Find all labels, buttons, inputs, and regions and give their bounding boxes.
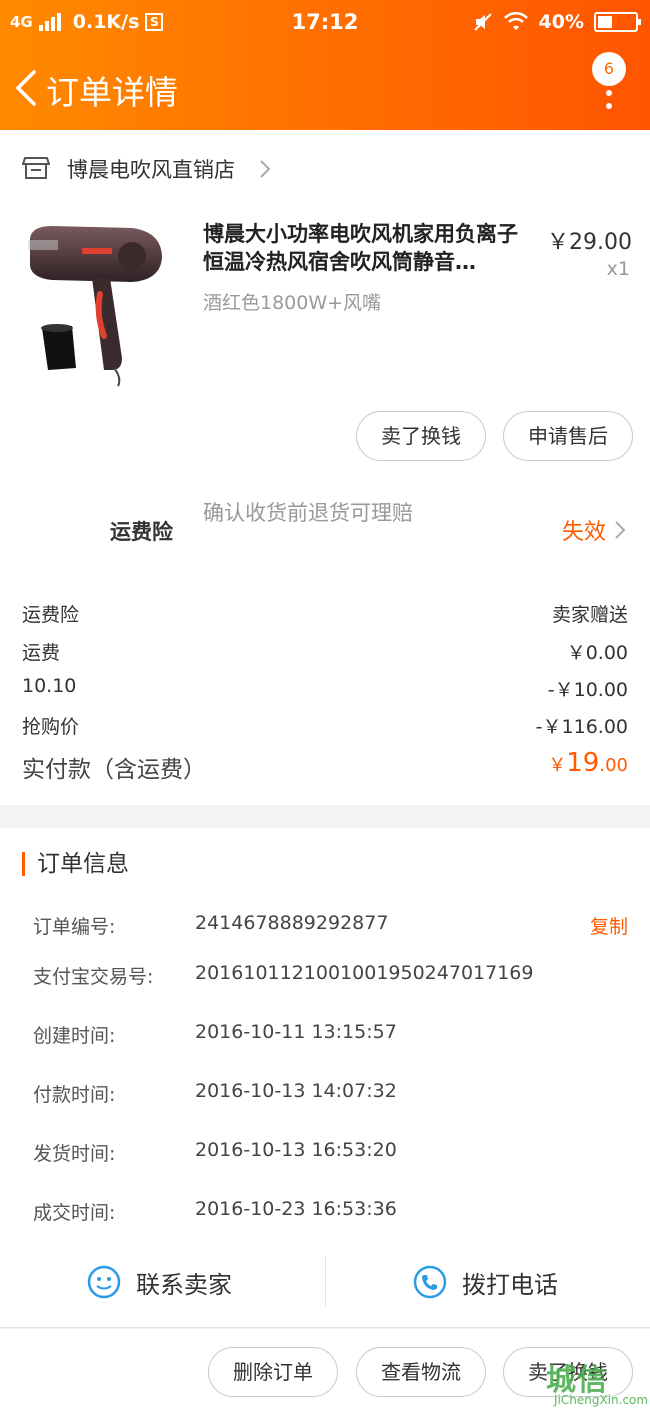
- currency-symbol: ￥: [548, 755, 567, 776]
- chevron-right-icon: [260, 160, 271, 178]
- fee-value: -￥116.00: [535, 716, 628, 738]
- total-amount: ￥19.00: [548, 748, 628, 778]
- total-label: 实付款（含运费）: [22, 757, 206, 783]
- after-sale-button[interactable]: 申请售后: [503, 411, 633, 461]
- copy-button[interactable]: 复制: [590, 912, 628, 939]
- fee-row: 运费险 卖家赠送: [22, 600, 628, 630]
- fee-row: 运费 ￥0.00: [22, 638, 628, 668]
- fee-label: 抢购价: [22, 716, 80, 738]
- mute-icon: [473, 13, 492, 31]
- fee-row: 10.10 -￥10.00: [22, 675, 628, 705]
- shop-name: 博晨电吹风直销店: [67, 158, 235, 182]
- divider: [325, 1256, 326, 1306]
- info-value: 2414678889292877: [195, 912, 389, 934]
- info-row-created: 创建时间: 2016-10-11 13:15:57: [33, 1021, 633, 1049]
- call-label: 拨打电话: [462, 1270, 558, 1299]
- info-row-shipped: 发货时间: 2016-10-13 16:53:20: [33, 1139, 633, 1167]
- product-title: 博晨大小功率电吹风机家用负离子恒温冷热风宿舍吹风筒静音…: [203, 222, 518, 274]
- info-label: 付款时间:: [33, 1084, 116, 1106]
- more-menu-button[interactable]: 6: [586, 52, 626, 122]
- notification-badge: 6: [592, 52, 626, 86]
- total-integer: 19: [566, 748, 600, 778]
- product-spec: 酒红色1800W+风嘴: [203, 292, 382, 314]
- nav-bar: 订单详情 6: [0, 46, 650, 130]
- product-quantity: x1: [606, 258, 630, 280]
- info-value: 2016-10-11 13:15:57: [195, 1021, 397, 1043]
- call-button[interactable]: 拨打电话: [412, 1262, 558, 1302]
- contact-seller-label: 联系卖家: [136, 1270, 232, 1299]
- info-label: 发货时间:: [33, 1143, 116, 1165]
- contact-seller-button[interactable]: 联系卖家: [86, 1262, 232, 1302]
- fee-label: 运费: [22, 642, 61, 664]
- section-title: 订单信息: [22, 852, 129, 876]
- info-label: 创建时间:: [33, 1025, 116, 1047]
- app-header: 4G 0.1K/s S 17:12 40% 订单详情 6: [0, 0, 650, 130]
- watermark-logo: 城信 JiChengXin.com: [528, 1351, 648, 1411]
- sell-for-cash-button[interactable]: 卖了换钱: [356, 411, 486, 461]
- info-value: 2016-10-13 16:53:20: [195, 1139, 397, 1161]
- fee-value: ￥0.00: [566, 642, 628, 664]
- shipping-insurance-row[interactable]: 运费险 确认收货前退货可理赔 失效: [0, 490, 650, 566]
- fee-label: 10.10: [22, 675, 77, 697]
- total-paid-row: 实付款（含运费） ￥19.00: [22, 748, 628, 784]
- watermark-url: JiChengXin.com: [554, 1393, 649, 1407]
- info-row-alipay-number: 支付宝交易号: 2016101121001001950247017169: [33, 962, 633, 990]
- store-icon: [22, 157, 50, 179]
- status-bar: 4G 0.1K/s S 17:12 40%: [0, 0, 650, 46]
- chevron-right-icon: [615, 521, 626, 539]
- chat-face-icon: [87, 1265, 121, 1299]
- shop-row[interactable]: 博晨电吹风直销店: [0, 130, 650, 206]
- fee-value: -￥10.00: [547, 679, 628, 701]
- product-price: ￥29.00: [547, 230, 632, 255]
- info-value: 2016-10-13 14:07:32: [195, 1080, 397, 1102]
- info-row-paid: 付款时间: 2016-10-13 14:07:32: [33, 1080, 633, 1108]
- info-label: 支付宝交易号:: [33, 966, 154, 988]
- hair-dryer-image: [28, 226, 162, 387]
- contact-bar: 联系卖家 拨打电话: [0, 1240, 650, 1328]
- insurance-desc: 确认收货前退货可理赔: [203, 501, 413, 525]
- battery-level: 40%: [538, 11, 584, 33]
- phone-icon: [413, 1265, 447, 1299]
- order-card: 博晨电吹风直销店 博晨大小功率电吹风机家用负离子恒温冷热风宿舍吹风筒静音… 酒红…: [0, 130, 650, 805]
- wifi-icon: [503, 12, 528, 30]
- order-info-section: 订单信息 订单编号: 2414678889292877 复制 支付宝交易号: 2…: [0, 828, 650, 1248]
- fee-label: 运费险: [22, 604, 80, 626]
- more-dots-icon: [606, 90, 612, 116]
- bottom-action-bar: 删除订单 查看物流 卖了换钱 城信 JiChengXin.com: [0, 1329, 650, 1417]
- back-arrow-icon[interactable]: [12, 68, 44, 108]
- page-title: 订单详情: [46, 73, 178, 112]
- fee-value: 卖家赠送: [551, 604, 628, 626]
- info-label: 订单编号:: [33, 916, 116, 938]
- battery-icon: [594, 12, 641, 32]
- info-label: 成交时间:: [33, 1202, 116, 1224]
- fee-row: 抢购价 -￥116.00: [22, 712, 628, 742]
- total-decimal: .00: [599, 755, 628, 776]
- info-value: 2016101121001001950247017169: [195, 962, 534, 984]
- info-row-order-number: 订单编号: 2414678889292877: [33, 912, 633, 940]
- info-row-completed: 成交时间: 2016-10-23 16:53:36: [33, 1198, 633, 1226]
- insurance-label: 运费险: [110, 520, 173, 544]
- product-item[interactable]: 博晨大小功率电吹风机家用负离子恒温冷热风宿舍吹风筒静音… 酒红色1800W+风嘴…: [0, 206, 650, 406]
- insurance-status: 失效: [561, 520, 606, 545]
- view-logistics-button[interactable]: 查看物流: [356, 1347, 486, 1397]
- info-value: 2016-10-23 16:53:36: [195, 1198, 397, 1220]
- delete-order-button[interactable]: 删除订单: [208, 1347, 338, 1397]
